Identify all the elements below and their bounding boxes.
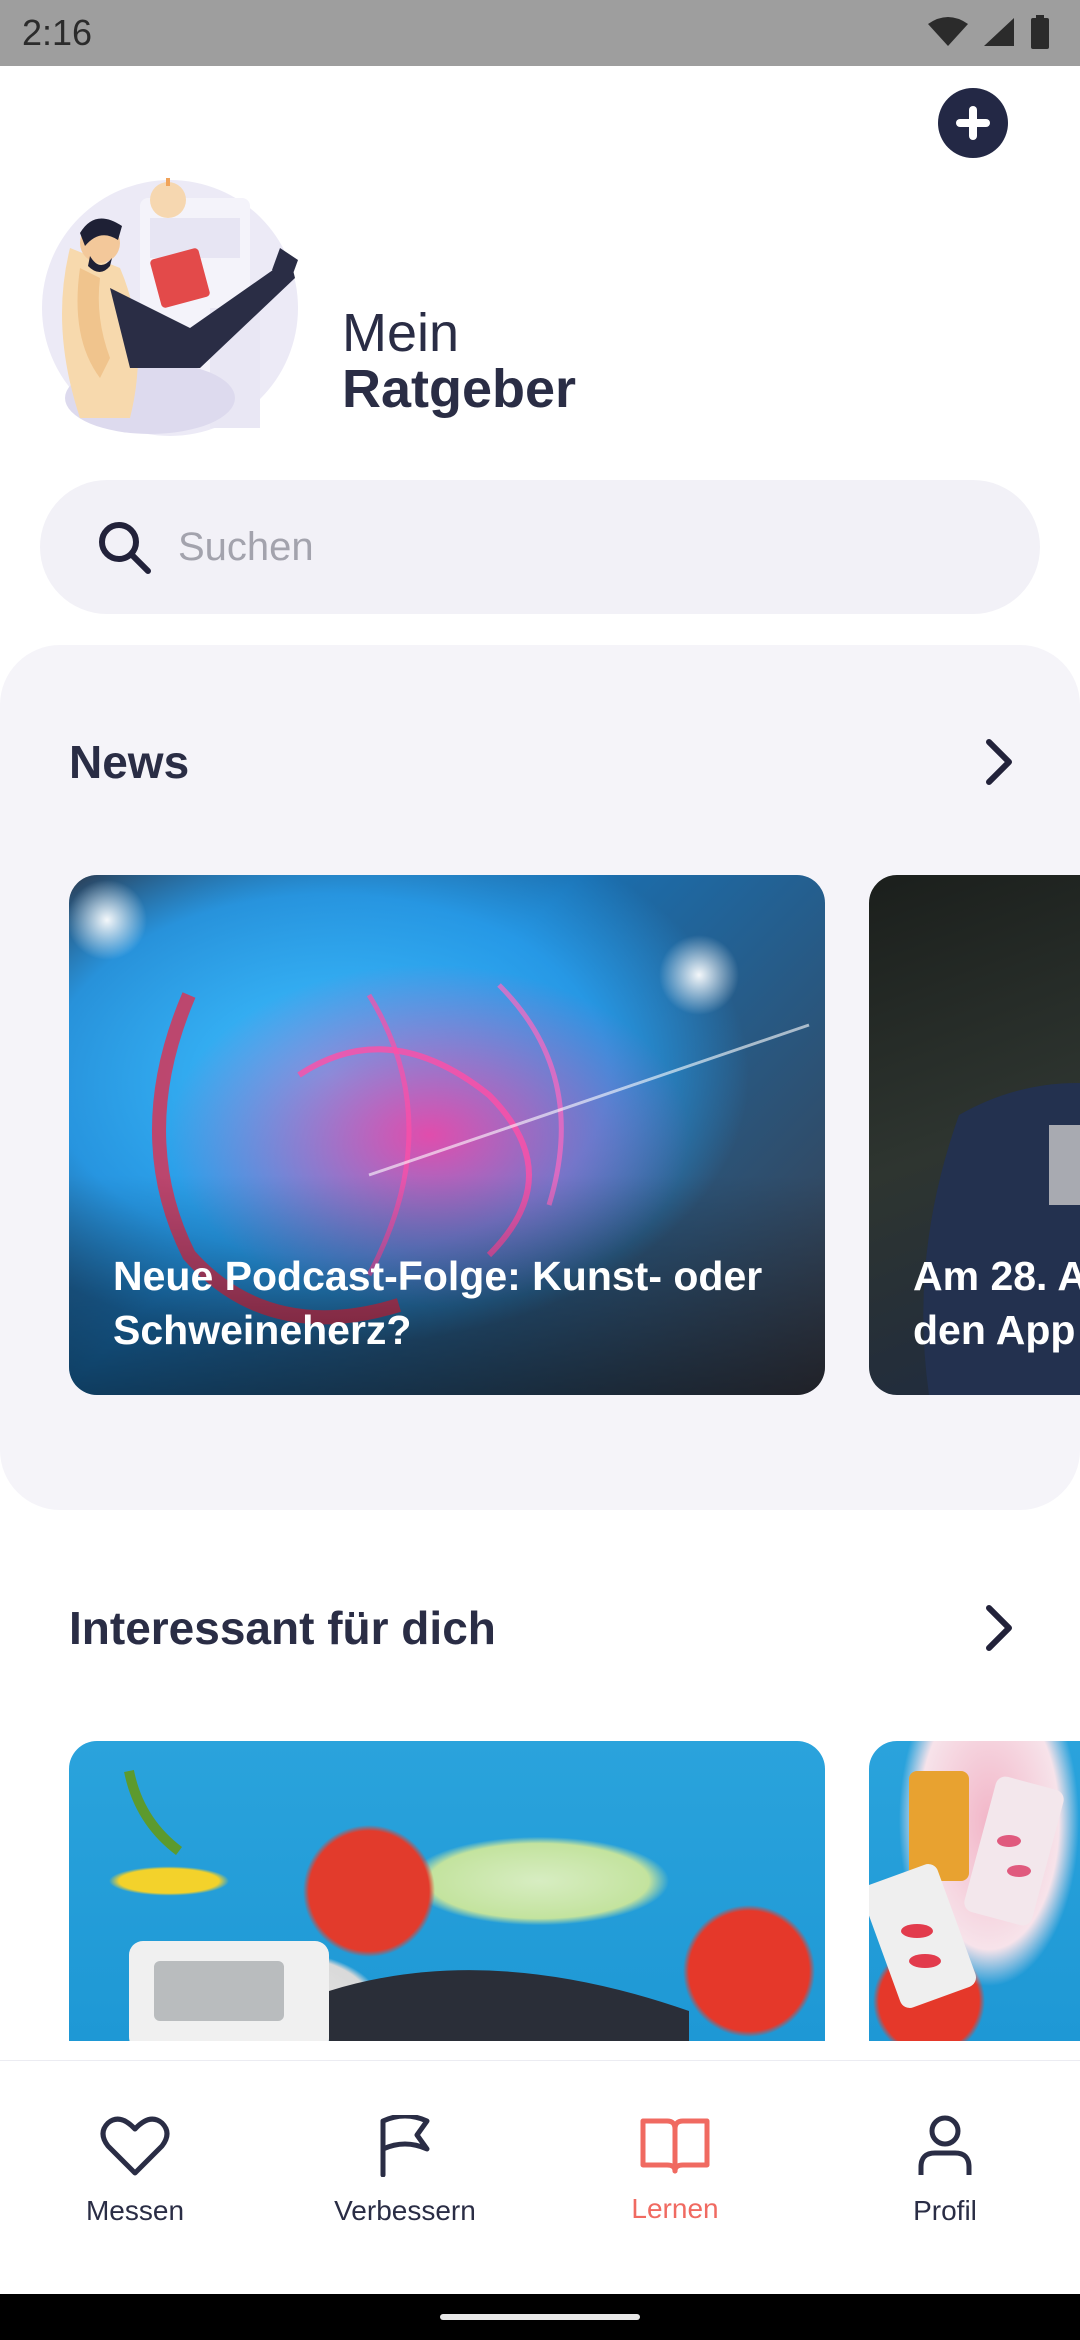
article-card[interactable] (869, 1741, 1080, 2041)
pills-image (869, 1771, 1064, 2008)
chevron-right-icon (986, 739, 1012, 785)
status-time: 2:16 (22, 12, 93, 53)
page-title-line2: Ratgeber (342, 359, 577, 419)
person-icon (918, 2115, 972, 2175)
gesture-bar (0, 2294, 1080, 2340)
news-card[interactable]: Am 28. A den App (869, 875, 1080, 1395)
bottom-navigation: Messen Verbessern Lernen Profil (0, 2060, 1080, 2294)
reading-person-illustration (42, 178, 298, 436)
nav-label-profil: Profil (913, 2195, 977, 2226)
book-icon (640, 2118, 710, 2174)
news-card-title: Am 28. A den App (913, 1253, 1080, 1353)
nav-label-lernen: Lernen (631, 2193, 719, 2224)
news-card-title: Neue Podcast-Folge: Kunst- oder Schweine… (113, 1253, 763, 1353)
blood-pressure-vegetables-image (124, 1769, 689, 2041)
nav-item-lernen[interactable]: Lernen (540, 2115, 810, 2225)
status-bar: 2:16 (0, 0, 1080, 66)
flag-icon (380, 2115, 430, 2177)
plus-icon (956, 106, 990, 140)
status-icons (928, 14, 1050, 50)
page-title: Mein Ratgeber (342, 305, 576, 417)
battery-icon (1031, 15, 1049, 49)
article-card[interactable] (69, 1741, 825, 2041)
signal-icon (984, 18, 1014, 46)
page-title-line1: Mein (342, 303, 460, 363)
heart-icon (100, 2116, 170, 2176)
interesting-more-button[interactable] (969, 1598, 1029, 1658)
search-input[interactable] (178, 524, 958, 570)
news-more-button[interactable] (969, 732, 1029, 792)
chevron-right-icon (986, 1605, 1012, 1651)
add-button[interactable] (938, 88, 1008, 158)
news-header: News (69, 722, 1029, 802)
home-gesture-handle[interactable] (440, 2314, 640, 2320)
search-icon (99, 522, 151, 574)
search-bar[interactable] (40, 480, 1040, 614)
news-title: News (69, 736, 190, 788)
wifi-icon (928, 17, 968, 46)
nav-item-messen[interactable]: Messen (0, 2115, 270, 2227)
nav-label-messen: Messen (85, 2195, 185, 2226)
nav-item-profil[interactable]: Profil (810, 2115, 1080, 2227)
nav-label-verbessern: Verbessern (334, 2195, 476, 2226)
news-card[interactable]: Neue Podcast-Folge: Kunst- oder Schweine… (69, 875, 825, 1395)
interesting-header: Interessant für dich (69, 1588, 1029, 1668)
interesting-title: Interessant für dich (69, 1602, 496, 1654)
nav-item-verbessern[interactable]: Verbessern (270, 2115, 540, 2227)
